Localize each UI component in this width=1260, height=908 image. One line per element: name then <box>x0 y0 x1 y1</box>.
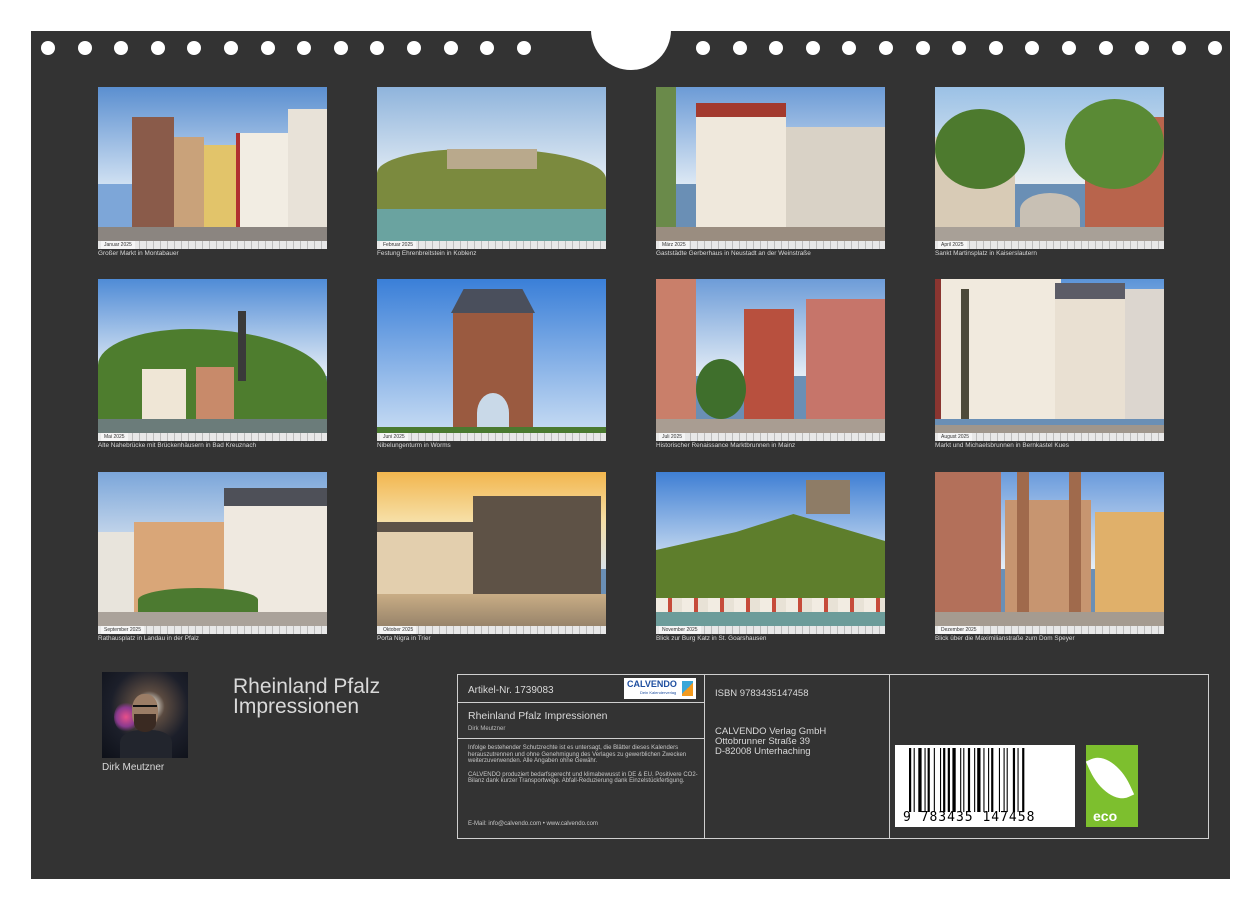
photo-caption: Großer Markt in Montabauer <box>98 250 179 257</box>
binding-hole <box>41 41 55 55</box>
legal-production: CALVENDO produziert bedarfsgerecht und k… <box>468 771 698 785</box>
binding-hole <box>696 41 710 55</box>
binding-hole <box>732 41 747 55</box>
author-portrait <box>102 672 188 758</box>
isbn: ISBN 9783435147458 <box>715 688 809 699</box>
photo-caption: Festung Ehrenbreitstein in Koblenz <box>377 250 477 257</box>
binding-hole <box>114 41 129 55</box>
binding-hole <box>805 41 820 55</box>
calendar-back-cover: Januar 2025 Großer Markt in Montabauer F… <box>31 27 1230 879</box>
binding-hole <box>879 41 893 55</box>
photo-tile: Oktober 2025 Porta Nigra in Trier <box>377 472 606 642</box>
photo-caption: Blick über die Maximilianstraße zum Dom … <box>935 635 1075 642</box>
calvendo-logo: CALVENDO Dein Kalenderverlag <box>624 678 696 699</box>
month-label: November 2025 <box>659 626 701 634</box>
binding-hole <box>1171 41 1186 55</box>
photo-caption: Blick zur Burg Katz in St. Goarshausen <box>656 635 767 642</box>
photo-tile: März 2025 Gaststädte Gerberhaus in Neust… <box>656 87 885 257</box>
binding-hole <box>1062 41 1076 55</box>
binding-hole <box>842 41 857 55</box>
photo-tile: April 2025 Sankt Martinsplatz in Kaisers… <box>935 87 1164 257</box>
legal-copyright: Infolge bestehender Schutzrechte ist es … <box>468 745 687 765</box>
month-label: März 2025 <box>659 241 689 249</box>
photo-caption: Nibelungenturm in Worms <box>377 442 451 449</box>
photo: September 2025 <box>98 472 327 634</box>
photo: November 2025 <box>656 472 885 634</box>
photo-tile: Mai 2025 Alte Nahebrücke mit Brückenhäus… <box>98 279 327 449</box>
photo-caption: Alte Nahebrücke mit Brückenhäusern in Ba… <box>98 442 257 449</box>
binding-hole <box>1098 41 1113 55</box>
info-column-product: Artikel-Nr. 1739083 CALVENDO Dein Kalend… <box>458 675 705 838</box>
month-label: Oktober 2025 <box>380 626 417 634</box>
photo: Juli 2025 <box>656 279 885 441</box>
binding-hole <box>915 41 930 55</box>
photo: Dezember 2025 <box>935 472 1164 634</box>
month-label: Juli 2025 <box>659 433 686 441</box>
calendar-title: Rheinland Pfalz Impressionen <box>233 675 381 718</box>
binding-hole <box>370 41 385 55</box>
photo-tile: Januar 2025 Großer Markt in Montabauer <box>98 87 327 257</box>
binding-hole <box>150 41 165 55</box>
photo: Oktober 2025 <box>377 472 606 634</box>
photo-caption: Porta Nigra in Trier <box>377 635 431 642</box>
article-number: Artikel-Nr. 1739083 <box>468 685 554 696</box>
binding-hole <box>187 41 202 55</box>
photo: März 2025 <box>656 87 885 249</box>
binding-hole <box>480 41 495 55</box>
photo-tile: Juli 2025 Historischer Renaissance Markt… <box>656 279 885 449</box>
photo-tile: August 2025 Markt und Michaelsbrunnen in… <box>935 279 1164 449</box>
binding-hole <box>769 41 784 55</box>
photo-caption: Sankt Martinsplatz in Kaiserslautern <box>935 250 1037 257</box>
month-label: April 2025 <box>938 241 967 249</box>
photo-caption: Rathausplatz in Landau in der Pfalz <box>98 635 199 642</box>
eco-leaf-icon: eco <box>1085 745 1138 827</box>
info-column-codes: 9 783435 147458 eco <box>890 675 1208 838</box>
binding-hole <box>77 41 92 55</box>
binding-hole <box>516 41 531 55</box>
month-label: Dezember 2025 <box>938 626 980 634</box>
contact-email: E-Mail: info@calvendo.com • www.calvendo… <box>468 821 598 827</box>
month-label: Mai 2025 <box>101 433 128 441</box>
legal-notice: Infolge bestehender Schutzrechte ist es … <box>468 745 702 792</box>
photo-tile: November 2025 Blick zur Burg Katz in St.… <box>656 472 885 642</box>
month-label: September 2025 <box>101 626 144 634</box>
photo-caption: Markt und Michaelsbrunnen in Bernkastel … <box>935 442 1069 449</box>
binding-hole <box>952 41 967 55</box>
binding-hole <box>333 41 348 55</box>
photo-tile: Februar 2025 Festung Ehrenbreitstein in … <box>377 87 606 257</box>
month-label: Februar 2025 <box>380 241 417 249</box>
binding-hole <box>407 41 421 55</box>
info-column-publisher: ISBN 9783435147458 CALVENDO Verlag GmbH … <box>705 675 890 838</box>
author-name: Dirk Meutzner <box>102 762 165 773</box>
barcode: 9 783435 147458 <box>895 745 1075 827</box>
binding-hole <box>297 41 312 55</box>
photo: Februar 2025 <box>377 87 606 249</box>
photo: August 2025 <box>935 279 1164 441</box>
binding-hole <box>260 41 275 55</box>
photo: April 2025 <box>935 87 1164 249</box>
binding-hole <box>1025 41 1040 55</box>
product-info-box: Artikel-Nr. 1739083 CALVENDO Dein Kalend… <box>457 674 1209 839</box>
hanger-notch <box>591 27 671 70</box>
binding-hole <box>1135 41 1150 55</box>
binding-hole <box>224 41 238 55</box>
photo-tile: Dezember 2025 Blick über die Maximilians… <box>935 472 1164 642</box>
product-title: Rheinland Pfalz Impressionen <box>468 710 608 722</box>
barcode-number: 9 783435 147458 <box>903 810 1036 825</box>
product-author: Dirk Meutzner <box>468 726 506 732</box>
photo: Mai 2025 <box>98 279 327 441</box>
photo: Juni 2025 <box>377 279 606 441</box>
photo-caption: Historischer Renaissance Marktbrunnen in… <box>656 442 796 449</box>
month-label: Januar 2025 <box>101 241 135 249</box>
publisher-address: CALVENDO Verlag GmbH Ottobrunner Straße … <box>715 726 827 757</box>
month-label: August 2025 <box>938 433 973 441</box>
month-label: Juni 2025 <box>380 433 408 441</box>
binding-hole <box>1208 41 1223 55</box>
binding-hole <box>988 41 1003 55</box>
binding-hole <box>443 41 458 55</box>
photo: Januar 2025 <box>98 87 327 249</box>
photo-caption: Gaststädte Gerberhaus in Neustadt an der… <box>656 250 811 257</box>
photo-tile: September 2025 Rathausplatz in Landau in… <box>98 472 327 642</box>
photo-tile: Juni 2025 Nibelungenturm in Worms <box>377 279 606 449</box>
